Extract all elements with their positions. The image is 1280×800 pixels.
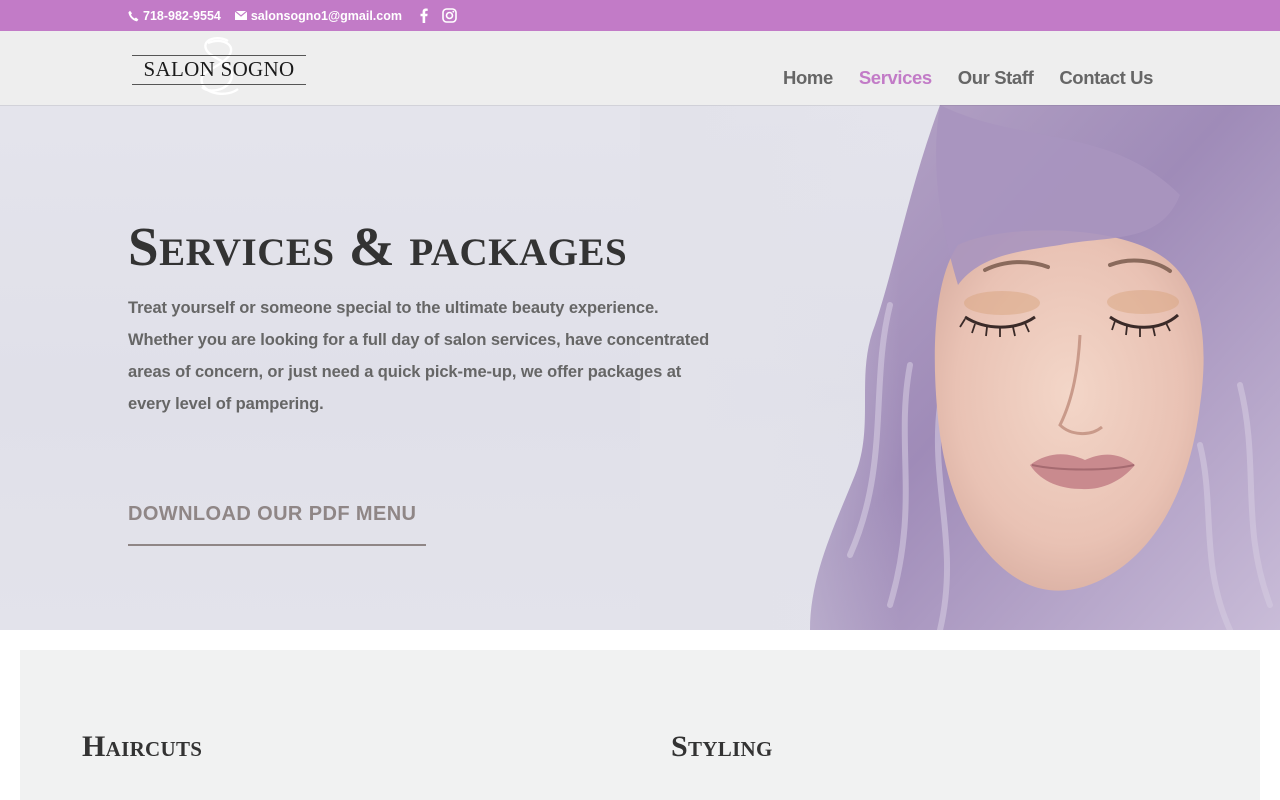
main-nav: Home Services Our Staff Contact Us	[783, 67, 1153, 89]
email-contact[interactable]: salonsogno1@gmail.com	[234, 9, 402, 23]
social-links	[420, 8, 457, 23]
facebook-icon[interactable]	[420, 8, 428, 23]
page-title: Services & packages	[128, 216, 628, 277]
instagram-icon[interactable]	[442, 8, 457, 23]
services-section: Haircuts Styling	[20, 650, 1260, 800]
logo-text: SALON SOGNO	[143, 57, 295, 81]
styling-heading: Styling	[671, 730, 773, 763]
haircuts-heading: Haircuts	[82, 730, 203, 763]
envelope-icon	[234, 11, 247, 20]
nav-our-staff[interactable]: Our Staff	[958, 67, 1034, 89]
email-address[interactable]: salonsogno1@gmail.com	[251, 9, 402, 23]
site-header: SALON SOGNO Home Services Our Staff Cont…	[0, 31, 1280, 105]
top-contact-bar: 718-982-9554 salonsogno1@gmail.com	[0, 0, 1280, 31]
hero-section: Services & packages Treat yourself or so…	[0, 105, 1280, 630]
download-pdf-menu-button[interactable]: DOWNLOAD OUR PDF MENU	[128, 503, 426, 546]
phone-contact[interactable]: 718-982-9554	[128, 9, 221, 23]
phone-icon	[128, 10, 139, 21]
hero-portrait-image	[640, 105, 1280, 630]
nav-home[interactable]: Home	[783, 67, 833, 89]
site-logo[interactable]: SALON SOGNO	[130, 35, 308, 99]
phone-number[interactable]: 718-982-9554	[143, 9, 221, 23]
hero-description: Treat yourself or someone special to the…	[128, 299, 710, 413]
nav-contact-us[interactable]: Contact Us	[1059, 67, 1153, 89]
nav-services[interactable]: Services	[859, 67, 932, 89]
